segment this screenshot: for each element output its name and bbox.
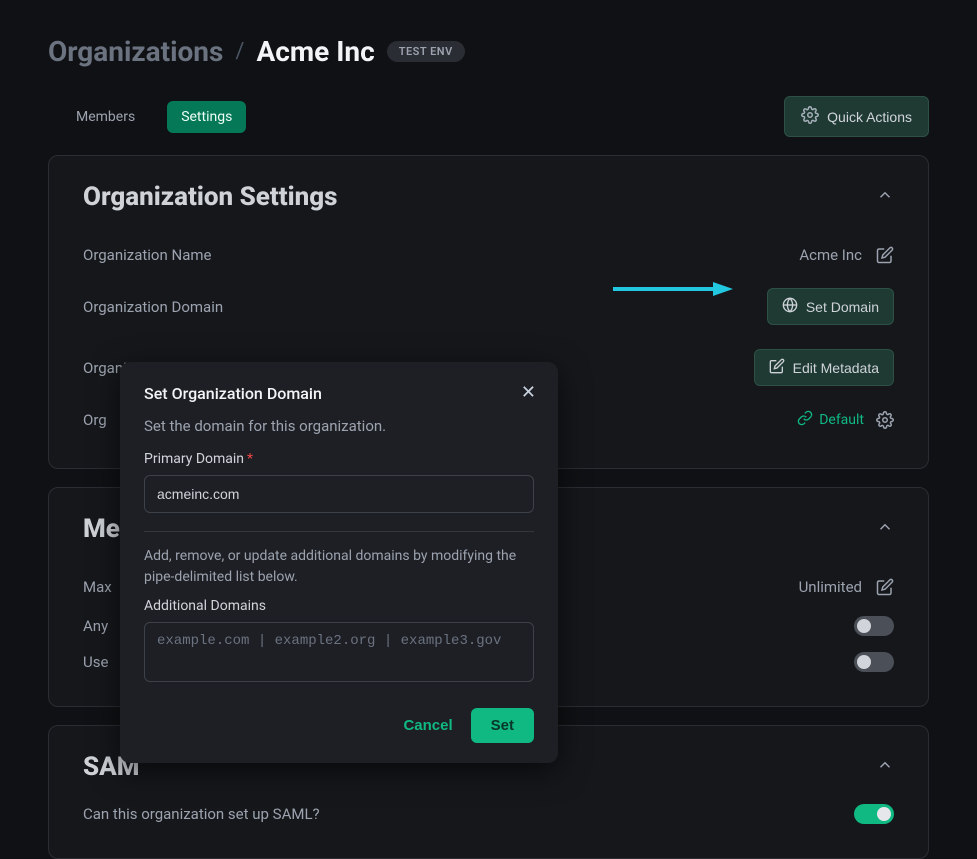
default-link[interactable]: Default	[797, 410, 864, 430]
org-name-value: Acme Inc	[799, 246, 862, 264]
link-icon	[797, 410, 813, 430]
breadcrumb-separator: /	[235, 39, 244, 64]
additional-help-text: Add, remove, or update additional domain…	[144, 546, 534, 588]
edit-icon[interactable]	[876, 578, 894, 596]
close-icon[interactable]: ✕	[521, 382, 536, 403]
org-settings-title: Organization Settings	[83, 182, 338, 212]
row-saml: Can this organization set up SAML?	[83, 798, 894, 830]
breadcrumb-current: Acme Inc	[256, 35, 374, 68]
additional-domains-label: Additional Domains	[144, 598, 534, 614]
tab-members[interactable]: Members	[62, 101, 149, 133]
default-link-label: Default	[819, 412, 864, 428]
edit-icon	[769, 358, 785, 377]
edit-metadata-button[interactable]: Edit Metadata	[754, 349, 894, 386]
primary-domain-input[interactable]	[144, 475, 534, 513]
quick-actions-button[interactable]: Quick Actions	[784, 96, 929, 137]
chevron-up-icon[interactable]	[876, 186, 894, 208]
additional-domains-input[interactable]	[144, 622, 534, 682]
set-domain-label: Set Domain	[806, 299, 879, 315]
toggle-user[interactable]	[854, 652, 894, 672]
saml-question: Can this organization set up SAML?	[83, 805, 854, 823]
breadcrumb: Organizations / Acme Inc TEST ENV	[48, 35, 929, 68]
quick-actions-label: Quick Actions	[827, 109, 912, 125]
gear-icon	[801, 106, 819, 127]
edit-icon[interactable]	[876, 246, 894, 264]
set-button[interactable]: Set	[471, 708, 534, 743]
max-value: Unlimited	[799, 578, 862, 596]
gear-icon[interactable]	[876, 411, 894, 429]
set-domain-button[interactable]: Set Domain	[767, 288, 894, 325]
edit-metadata-label: Edit Metadata	[793, 360, 879, 376]
org-domain-label: Organization Domain	[83, 298, 767, 316]
row-org-domain: Organization Domain Set Domain	[83, 276, 894, 337]
row-org-name: Organization Name Acme Inc	[83, 234, 894, 276]
chevron-up-icon[interactable]	[876, 518, 894, 540]
org-name-label: Organization Name	[83, 246, 799, 264]
primary-domain-label: Primary Domain*	[144, 451, 534, 467]
toggle-saml[interactable]	[854, 804, 894, 824]
toggle-any[interactable]	[854, 616, 894, 636]
breadcrumb-root[interactable]: Organizations	[48, 35, 223, 68]
divider	[144, 531, 534, 532]
chevron-up-icon[interactable]	[876, 756, 894, 778]
modal-description: Set the domain for this organization.	[144, 417, 534, 435]
env-badge: TEST ENV	[387, 41, 465, 62]
modal-title: Set Organization Domain	[144, 384, 534, 403]
globe-icon	[782, 297, 798, 316]
tabbar: Members Settings Quick Actions	[48, 96, 929, 137]
tab-settings[interactable]: Settings	[167, 101, 246, 133]
cancel-button[interactable]: Cancel	[403, 717, 452, 734]
set-domain-modal: Set Organization Domain ✕ Set the domain…	[120, 362, 558, 763]
